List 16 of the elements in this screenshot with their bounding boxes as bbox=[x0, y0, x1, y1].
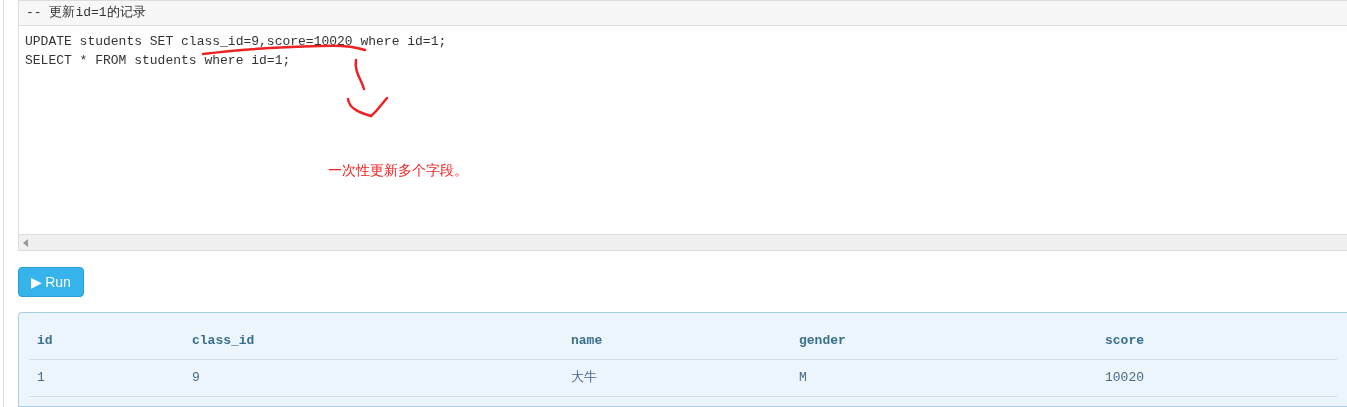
column-header: name bbox=[571, 333, 603, 349]
annotation-text: 一次性更新多个字段。 bbox=[328, 161, 468, 180]
column-header: score bbox=[1105, 333, 1144, 349]
table-cell: 9 bbox=[192, 370, 200, 386]
table-cell: 1 bbox=[37, 370, 45, 386]
table-cell: M bbox=[799, 370, 807, 386]
code-line[interactable]: UPDATE students SET class_id=9,score=10020 where id=1; bbox=[25, 32, 447, 51]
table-cell: 10020 bbox=[1105, 370, 1144, 386]
horizontal-scrollbar[interactable] bbox=[19, 234, 1347, 250]
comment-bar: -- 更新id=1的记录 bbox=[19, 1, 1347, 26]
table-cell: 大牛 bbox=[571, 370, 597, 386]
column-header: gender bbox=[799, 333, 846, 349]
column-header: class_id bbox=[192, 333, 255, 349]
scroll-left-icon[interactable] bbox=[23, 238, 28, 247]
code-line[interactable]: SELECT * FROM students where id=1; bbox=[25, 51, 291, 70]
column-header: id bbox=[37, 333, 53, 349]
